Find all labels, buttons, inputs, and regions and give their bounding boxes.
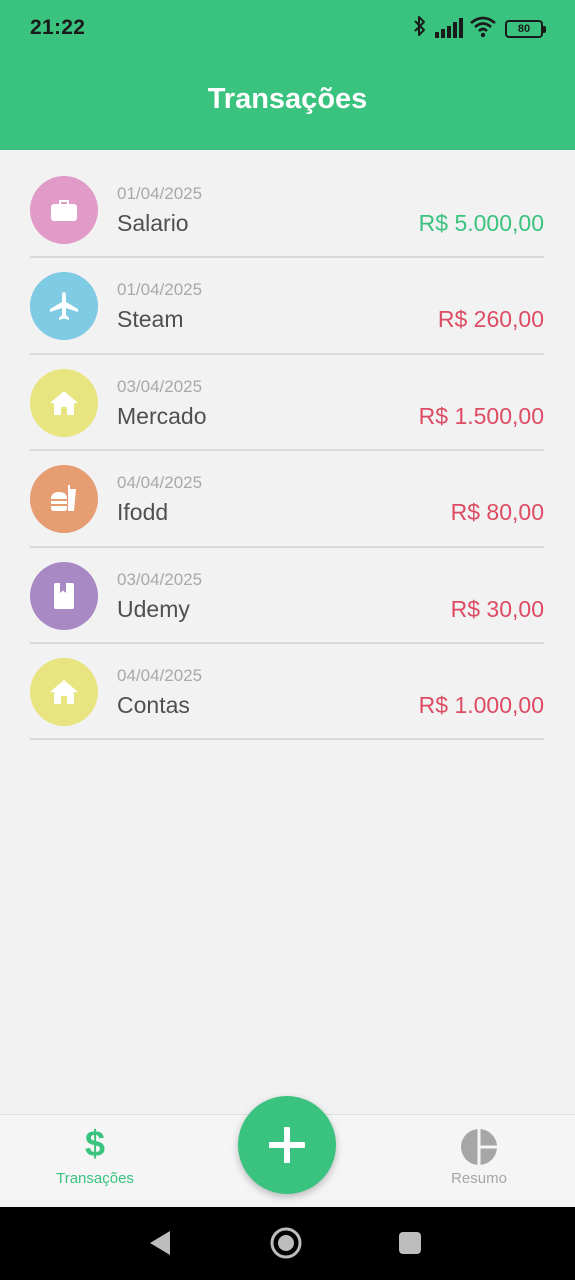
book-icon — [54, 582, 74, 609]
airplane-icon — [50, 292, 78, 321]
add-transaction-button[interactable] — [238, 1096, 336, 1194]
nav-transacoes[interactable]: $ Transações — [25, 1115, 165, 1208]
transaction-date: 04/04/2025 — [117, 473, 203, 493]
nav-resumo[interactable]: Resumo — [409, 1115, 549, 1208]
transaction-name: Steam — [117, 306, 184, 333]
transaction-name: Contas — [117, 691, 190, 718]
home-button-icon[interactable] — [269, 1226, 303, 1260]
battery-level: 80 — [517, 23, 531, 35]
plus-icon — [269, 1127, 305, 1163]
bluetooth-icon — [414, 16, 425, 36]
screen: 21:22 80 Transações 01/04/2025 Salario R… — [0, 0, 575, 1280]
nav-transacoes-label: Transações — [56, 1170, 134, 1187]
home-icon — [50, 679, 78, 704]
category-avatar — [30, 368, 98, 437]
transaction-name: Mercado — [117, 402, 207, 429]
status-time: 21:22 — [30, 16, 86, 39]
page-title: Transações — [207, 83, 368, 115]
transaction-name: Udemy — [117, 595, 190, 622]
nav-resumo-label: Resumo — [451, 1170, 507, 1187]
category-avatar — [30, 176, 98, 244]
transaction-row[interactable]: 03/04/2025 Mercado R$ 1.500,00 — [30, 355, 544, 452]
transaction-row[interactable]: 03/04/2025 Udemy R$ 30,00 — [30, 548, 544, 644]
wifi-icon — [470, 16, 496, 38]
transaction-row[interactable]: 04/04/2025 Contas R$ 1.000,00 — [30, 644, 544, 741]
category-avatar — [30, 272, 98, 341]
status-icons: 80 — [413, 14, 546, 42]
home-icon — [50, 390, 78, 415]
transaction-amount: R$ 1.000,00 — [418, 691, 544, 718]
fastfood-icon — [51, 485, 76, 512]
transaction-date: 04/04/2025 — [117, 665, 203, 685]
transaction-name: Salario — [117, 210, 189, 236]
status-bar: 21:22 80 — [0, 0, 575, 56]
transaction-date: 03/04/2025 — [117, 569, 203, 589]
pie-chart-icon — [461, 1129, 497, 1165]
category-avatar — [30, 465, 98, 534]
transaction-list: 01/04/2025 Salario R$ 5.000,00 01/04/2025 St… — [30, 162, 544, 741]
transaction-date: 03/04/2025 — [117, 376, 203, 396]
category-avatar — [30, 561, 98, 630]
recents-icon[interactable] — [398, 1231, 422, 1255]
transaction-amount: R$ 1.500,00 — [418, 402, 544, 429]
app-header: 21:22 80 Transações — [0, 0, 575, 150]
transaction-row[interactable]: 01/04/2025 Steam R$ 260,00 — [30, 258, 544, 355]
back-icon[interactable] — [148, 1229, 172, 1257]
transaction-date: 01/04/2025 — [117, 184, 203, 203]
signal-icon — [435, 18, 463, 38]
transaction-date: 01/04/2025 — [117, 280, 203, 300]
transaction-amount: R$ 30,00 — [450, 595, 544, 622]
transaction-amount: R$ 5.000,00 — [418, 210, 544, 236]
briefcase-icon — [51, 200, 77, 221]
system-navigation-bar — [0, 1207, 575, 1280]
transaction-row[interactable]: 04/04/2025 Ifodd R$ 80,00 — [30, 451, 544, 548]
transaction-name: Ifodd — [117, 499, 169, 526]
transaction-row[interactable]: 01/04/2025 Salario R$ 5.000,00 — [30, 162, 544, 259]
transaction-amount: R$ 260,00 — [437, 306, 544, 333]
transaction-amount: R$ 80,00 — [450, 499, 544, 526]
dollar-icon: $ — [84, 1123, 106, 1164]
category-avatar — [30, 657, 98, 726]
battery-icon: 80 — [505, 20, 546, 38]
